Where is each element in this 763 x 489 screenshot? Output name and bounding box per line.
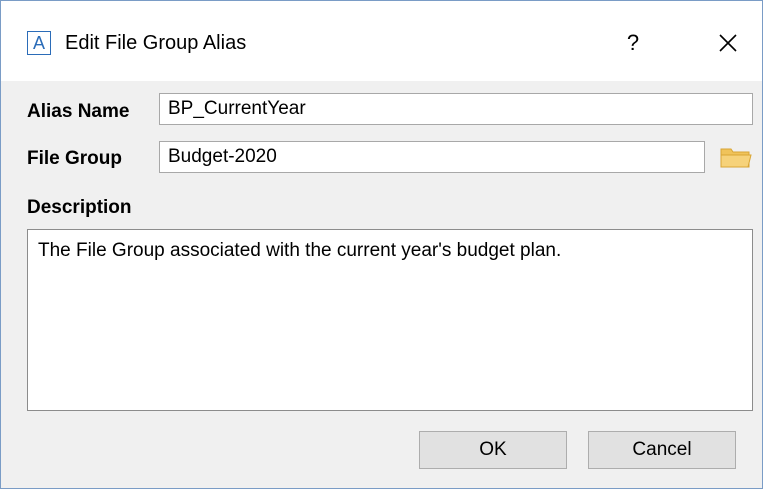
cancel-button[interactable]: Cancel <box>588 431 736 469</box>
file-group-input[interactable]: Budget-2020 <box>159 141 705 173</box>
alias-name-label: Alias Name <box>27 101 130 122</box>
help-button[interactable]: ? <box>611 23 655 63</box>
title-bar[interactable]: A Edit File Group Alias ? <box>1 1 762 81</box>
ok-button[interactable]: OK <box>419 431 567 469</box>
alias-name-input[interactable]: BP_CurrentYear <box>159 93 753 125</box>
file-group-label: File Group <box>27 148 122 169</box>
folder-icon[interactable] <box>720 145 752 169</box>
window-title: Edit File Group Alias <box>65 32 247 54</box>
description-label: Description <box>27 197 132 218</box>
close-button[interactable] <box>703 23 753 63</box>
app-icon: A <box>27 31 51 55</box>
edit-file-group-alias-dialog: A Edit File Group Alias ? Alias Name BP_… <box>0 0 763 489</box>
description-textarea[interactable]: The File Group associated with the curre… <box>27 229 753 411</box>
close-icon <box>719 34 737 52</box>
